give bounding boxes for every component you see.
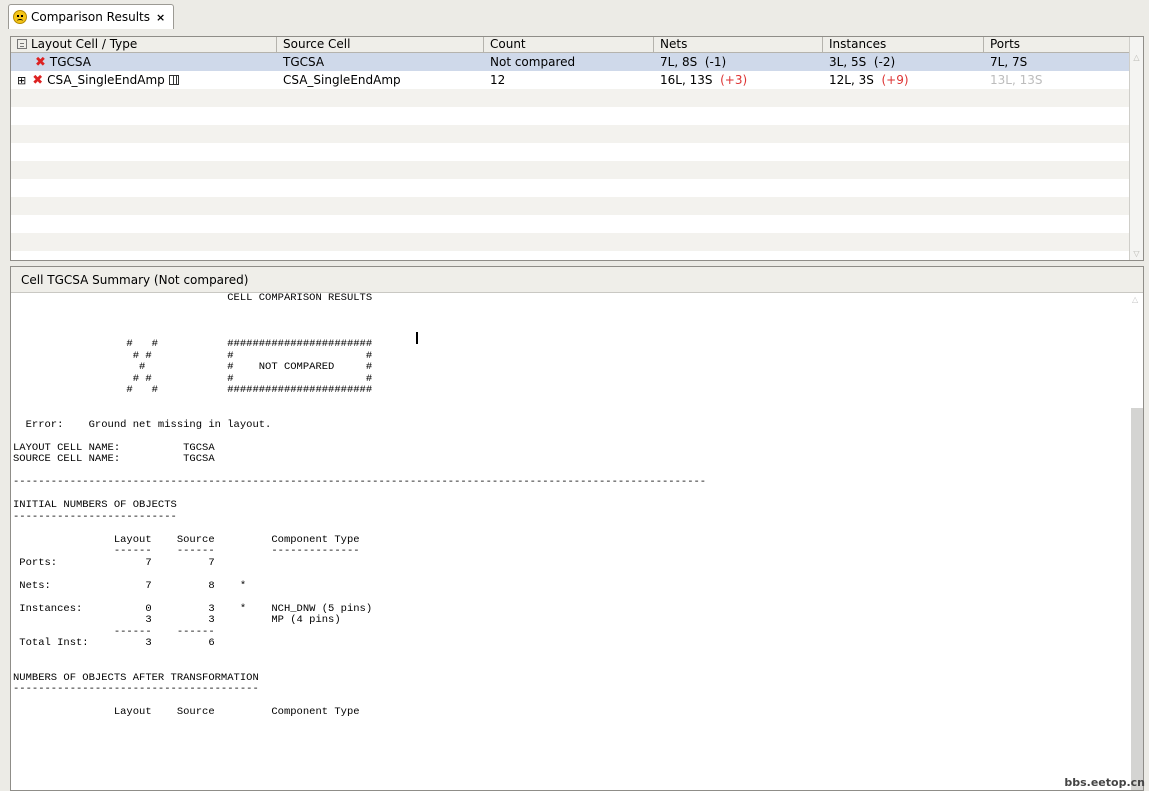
- empty-row: [11, 107, 1143, 125]
- ports-value: 7L, 7S: [990, 55, 1028, 69]
- close-icon[interactable]: ×: [156, 11, 165, 24]
- error-x-icon: ✖: [35, 55, 46, 70]
- scroll-up-icon[interactable]: △: [1132, 295, 1141, 304]
- hierarchy-icon: [168, 75, 179, 85]
- count-value: 12: [490, 73, 506, 87]
- scroll-down-icon[interactable]: ▽: [1132, 249, 1141, 258]
- summary-title: Cell TGCSA Summary (Not compared): [11, 267, 1143, 293]
- error-x-icon: ✖: [32, 73, 44, 88]
- instances-value: 12L, 3S (+9): [829, 73, 909, 87]
- text-cursor: [416, 332, 418, 344]
- column-header-count[interactable]: Count: [484, 37, 654, 53]
- nets-value: 16L, 13S (+3): [660, 73, 748, 87]
- empty-row: [11, 179, 1143, 197]
- watermark: bbs.eetop.cn: [1064, 776, 1145, 789]
- tab-comparison-results[interactable]: Comparison Results ×: [8, 4, 175, 29]
- layout-cell-name: CSA_SingleEndAmp: [47, 73, 165, 87]
- column-header-ports[interactable]: Ports: [984, 37, 1114, 53]
- table-body: ✖ TGCSA TGCSA Not compared 7L, 8S (-1) 3L…: [11, 53, 1143, 260]
- layout-cell-name: TGCSA: [49, 55, 91, 69]
- table-row[interactable]: ⊞ ✖ CSA_SingleEndAmp CSA_SingleEndAmp 12 1…: [11, 71, 1143, 89]
- source-cell-name: TGCSA: [283, 55, 325, 69]
- empty-row: [11, 89, 1143, 107]
- nets-value: 7L, 8S (-1): [660, 55, 727, 69]
- tree-icon: [17, 39, 27, 49]
- scroll-thumb[interactable]: [1131, 408, 1143, 790]
- column-header-nets[interactable]: Nets: [654, 37, 823, 53]
- empty-row: [11, 125, 1143, 143]
- empty-row: [11, 161, 1143, 179]
- column-header-instances[interactable]: Instances: [823, 37, 984, 53]
- source-cell-name: CSA_SingleEndAmp: [283, 73, 401, 87]
- column-header-source-cell[interactable]: Source Cell: [277, 37, 484, 53]
- tab-title: Comparison Results: [31, 10, 150, 24]
- comparison-report[interactable]: CELL COMPARISON RESULTS # # ############…: [13, 293, 1128, 790]
- empty-row: [11, 233, 1143, 251]
- comparison-table: Layout Cell / Type Source Cell Count Net…: [10, 36, 1144, 261]
- count-value: Not compared: [490, 55, 576, 69]
- empty-row: [11, 215, 1143, 233]
- tab-bar: Comparison Results ×: [0, 0, 1149, 32]
- table-row[interactable]: ✖ TGCSA TGCSA Not compared 7L, 8S (-1) 3L…: [11, 53, 1143, 71]
- column-header-layout-cell[interactable]: Layout Cell / Type: [11, 37, 277, 53]
- sad-face-icon: [13, 10, 27, 24]
- report-text: CELL COMPARISON RESULTS # # ############…: [13, 293, 707, 718]
- empty-row: [11, 143, 1143, 161]
- scroll-up-icon[interactable]: △: [1132, 53, 1141, 62]
- expand-icon[interactable]: ⊞: [17, 75, 26, 86]
- ports-value: 13L, 13S: [990, 73, 1043, 87]
- empty-row: [11, 197, 1143, 215]
- table-header: Layout Cell / Type Source Cell Count Net…: [11, 37, 1143, 53]
- instances-value: 3L, 5S (-2): [829, 55, 896, 69]
- summary-panel: Cell TGCSA Summary (Not compared) CELL C…: [10, 266, 1144, 791]
- table-scrollbar[interactable]: △ ▽: [1129, 37, 1143, 260]
- report-scrollbar[interactable]: △: [1131, 293, 1143, 790]
